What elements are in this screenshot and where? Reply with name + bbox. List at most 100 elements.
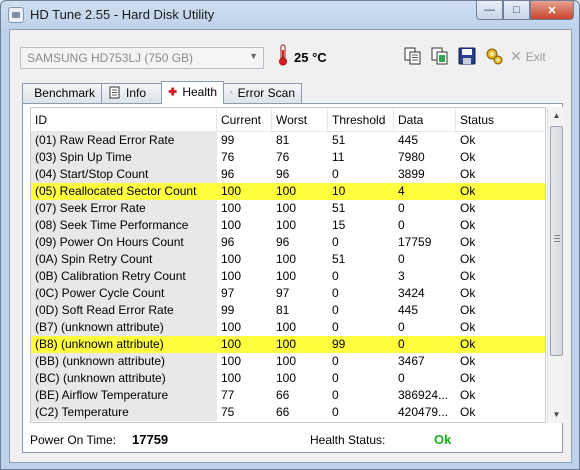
cell-status: Ok [460, 371, 476, 385]
cell-id: (09) Power On Hours Count [31, 234, 217, 251]
table-row[interactable]: (04) Start/Stop Count 96 96 0 3899 Ok [31, 166, 545, 183]
table-row[interactable]: (08) Seek Time Performance 100 100 15 0 Ok [31, 217, 545, 234]
table-row[interactable]: (0A) Spin Retry Count 100 100 51 0 Ok [31, 251, 545, 268]
cell-data: 0 [398, 320, 405, 334]
table-row[interactable]: (05) Reallocated Sector Count 100 100 10 4 Ok [31, 183, 545, 200]
vertical-scrollbar[interactable]: ▲ ▼ [547, 107, 564, 423]
column-header-current[interactable]: Current [217, 108, 272, 132]
tab-label: Error Scan [237, 86, 295, 100]
cell-data: 17759 [398, 235, 432, 249]
scrollbar-thumb[interactable] [550, 126, 563, 356]
cell-current: 100 [221, 184, 242, 198]
close-button[interactable]: ✕ [530, 1, 574, 20]
scroll-down-icon[interactable]: ▼ [548, 406, 565, 423]
smart-table[interactable]: ID Current Worst Threshold Data Status (… [30, 107, 546, 423]
column-header-worst[interactable]: Worst [272, 108, 328, 132]
table-row[interactable]: (B7) (unknown attribute) 100 100 0 0 Ok [31, 319, 545, 336]
cell-id: (BE) Airflow Temperature [31, 387, 217, 404]
cell-threshold: 10 [332, 184, 346, 198]
cell-status: Ok [460, 405, 476, 419]
minimize-button[interactable]: — [476, 1, 503, 20]
power-on-value: 17759 [132, 432, 169, 447]
chevron-down-icon[interactable]: ▼ [249, 51, 258, 61]
cell-worst: 100 [276, 218, 297, 232]
copy-info-icon[interactable] [430, 46, 450, 66]
table-row[interactable]: (0B) Calibration Retry Count 100 100 0 3 Ok [31, 268, 545, 285]
cell-worst: 100 [276, 201, 297, 215]
cell-threshold: 51 [332, 252, 346, 266]
table-row[interactable]: (0C) Power Cycle Count 97 97 0 3424 Ok [31, 285, 545, 302]
tab-error-scan[interactable]: Error Scan [223, 83, 302, 103]
cell-data: 0 [398, 371, 405, 385]
column-header-id[interactable]: ID [31, 108, 217, 132]
cell-worst: 66 [276, 405, 290, 419]
column-header-threshold[interactable]: Threshold [328, 108, 394, 132]
cell-current: 100 [221, 337, 242, 351]
cell-data: 7980 [398, 150, 425, 164]
window-title: HD Tune 2.55 - Hard Disk Utility [30, 7, 215, 22]
cell-current: 100 [221, 252, 242, 266]
cell-current: 100 [221, 354, 242, 368]
temperature-readout: 25 °C [294, 50, 327, 65]
cell-data: 386924... [398, 388, 449, 402]
table-row[interactable]: (BE) Airflow Temperature 77 66 0 386924... Ok [31, 387, 545, 404]
cell-threshold: 0 [332, 405, 339, 419]
drive-select[interactable]: SAMSUNG HD753LJ (750 GB) ▼ [20, 47, 264, 69]
cell-id: (C2) Temperature [31, 404, 217, 421]
cell-threshold: 99 [332, 337, 346, 351]
cell-worst: 100 [276, 184, 297, 198]
thermometer-icon [279, 44, 287, 66]
copy-text-icon[interactable] [403, 46, 423, 66]
title-bar[interactable]: HD Tune 2.55 - Hard Disk Utility — □ ✕ [1, 1, 579, 29]
drive-select-value: SAMSUNG HD753LJ (750 GB) [27, 51, 194, 65]
scroll-up-icon[interactable]: ▲ [548, 107, 565, 124]
cell-status: Ok [460, 167, 476, 181]
status-footer: Power On Time: 17759 Health Status: Ok [23, 426, 562, 452]
cell-id: (0C) Power Cycle Count [31, 285, 217, 302]
cell-worst: 100 [276, 269, 297, 283]
column-header-status[interactable]: Status [456, 108, 545, 132]
cell-worst: 76 [276, 150, 290, 164]
cell-status: Ok [460, 354, 476, 368]
cell-threshold: 51 [332, 201, 346, 215]
table-row[interactable]: (07) Seek Error Rate 100 100 51 0 Ok [31, 200, 545, 217]
cell-current: 99 [221, 303, 235, 317]
cell-id: (0B) Calibration Retry Count [31, 268, 217, 285]
save-icon[interactable] [457, 46, 477, 66]
table-row[interactable]: (B8) (unknown attribute) 100 100 99 0 Ok [31, 336, 545, 353]
cell-data: 3899 [398, 167, 425, 181]
tab-label: Benchmark [34, 86, 95, 100]
table-row[interactable]: (C2) Temperature 75 66 0 420479... Ok [31, 404, 545, 421]
table-row[interactable]: (BB) (unknown attribute) 100 100 0 3467 Ok [31, 353, 545, 370]
tab-health[interactable]: Health [161, 81, 224, 104]
cell-id: (08) Seek Time Performance [31, 217, 217, 234]
table-row[interactable]: (0D) Soft Read Error Rate 99 81 0 445 Ok [31, 302, 545, 319]
cell-id: (07) Seek Error Rate [31, 200, 217, 217]
table-row[interactable]: (BC) (unknown attribute) 100 100 0 0 Ok [31, 370, 545, 387]
cell-data: 445 [398, 303, 419, 317]
app-icon [8, 7, 24, 23]
options-icon[interactable] [484, 46, 504, 66]
table-row[interactable]: (01) Raw Read Error Rate 99 81 51 445 Ok [31, 132, 545, 149]
exit-button[interactable]: ✕ Exit [510, 48, 546, 65]
cell-threshold: 11 [332, 150, 345, 164]
cell-status: Ok [460, 133, 476, 147]
cell-data: 0 [398, 201, 405, 215]
cell-threshold: 0 [332, 320, 339, 334]
cell-threshold: 51 [332, 133, 346, 147]
maximize-button[interactable]: □ [503, 1, 530, 20]
cell-data: 420479... [398, 405, 449, 419]
info-icon [109, 86, 120, 99]
cell-status: Ok [460, 303, 476, 317]
tab-benchmark[interactable]: Benchmark [22, 83, 102, 103]
table-row[interactable]: (03) Spin Up Time 76 76 11 7980 Ok [31, 149, 545, 166]
tab-info[interactable]: Info [101, 83, 162, 103]
window-controls: — □ ✕ [476, 1, 574, 20]
cell-id: (05) Reallocated Sector Count [31, 183, 217, 200]
column-header-data[interactable]: Data [394, 108, 456, 132]
cell-worst: 66 [276, 388, 290, 402]
table-row[interactable]: (09) Power On Hours Count 96 96 0 17759 Ok [31, 234, 545, 251]
cell-status: Ok [460, 337, 476, 351]
health-panel: ID Current Worst Threshold Data Status (… [22, 103, 564, 453]
cell-current: 96 [221, 235, 235, 249]
